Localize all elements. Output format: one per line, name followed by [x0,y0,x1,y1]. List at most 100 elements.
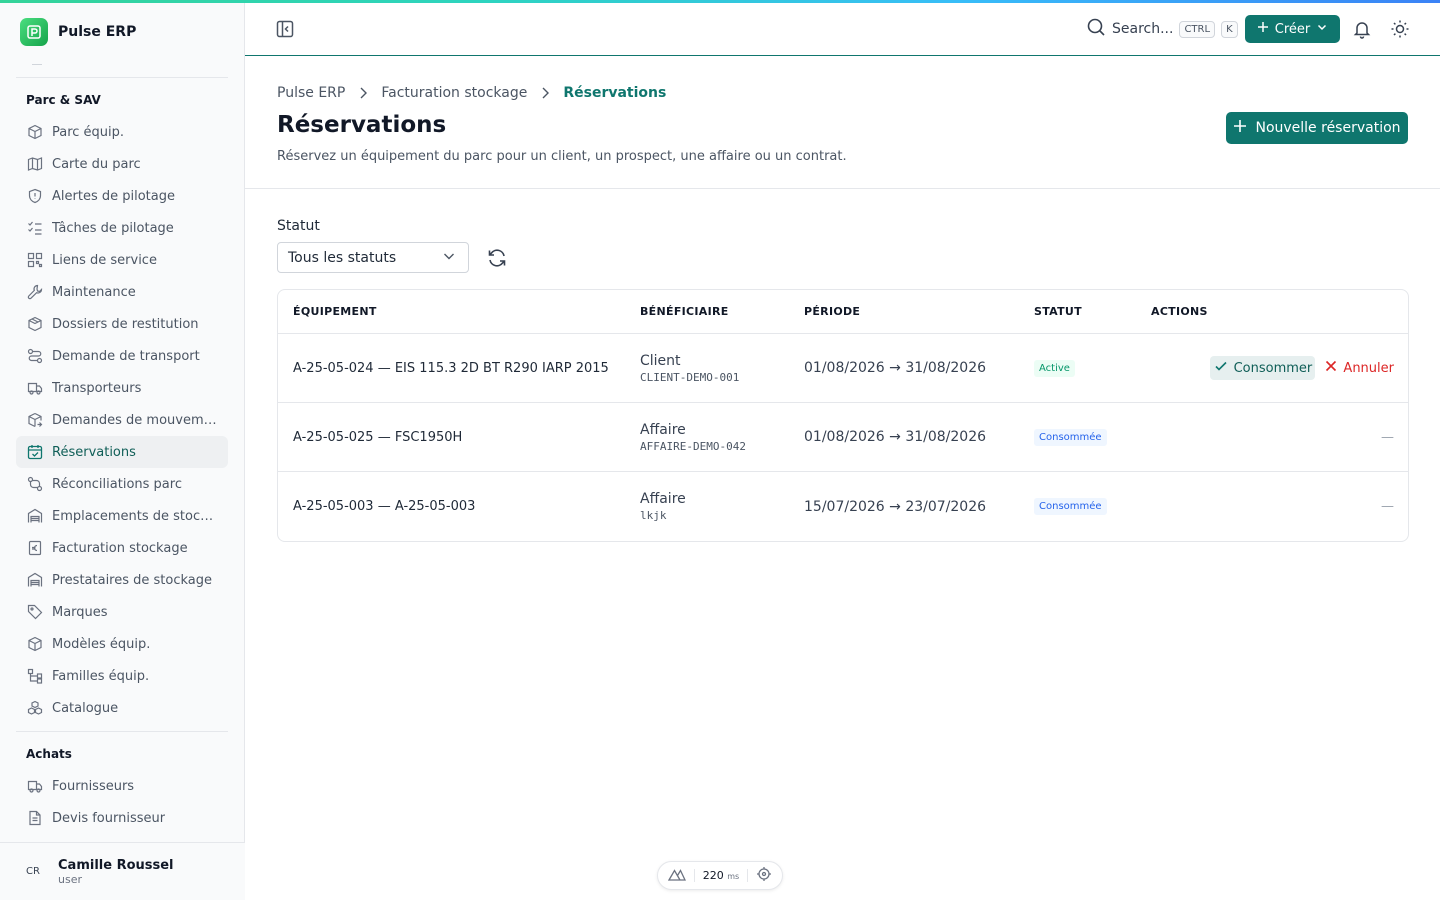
column-header-equipment: ÉQUIPEMENT [293,305,377,318]
status-cell: Consommée [1034,498,1151,515]
status-filter-value: Tous les statuts [288,249,397,266]
boxes-icon [26,699,44,717]
logo-icon [20,18,48,46]
page-header: Pulse ERP Facturation stockage Réservati… [245,56,1440,189]
sidebar-item-facturation-stockage[interactable]: Facturation stockage [16,532,228,564]
app-name: Pulse ERP [58,24,137,40]
sidebar-item-reconciliations-parc[interactable]: Réconciliations parc [16,468,228,500]
chevron-down-icon [1316,21,1328,37]
cube-icon [26,635,44,653]
section-title-parc-sav: Parc & SAV [26,93,101,107]
route-icon [26,347,44,365]
sidebar-item-prestataires-de-stockage[interactable]: Prestataires de stockage [16,564,228,596]
section-title-achats: Achats [26,747,72,761]
theme-toggle-sun-icon[interactable] [1390,19,1410,43]
equipment-cell: A-25-05-024 — EIS 115.3 2D BT R290 IARP … [293,360,609,376]
sidebar-item-catalogue[interactable]: Catalogue [16,692,228,724]
sidebar-item-demande-de-transport[interactable]: Demande de transport [16,340,228,372]
beneficiary-code: CLIENT-DEMO-001 [640,370,740,384]
breadcrumb-item-facturation[interactable]: Facturation stockage [381,85,527,101]
table-header: ÉQUIPEMENT BÉNÉFICIAIRE PÉRIODE STATUT A… [278,290,1408,334]
sidebar-item-liens-de-service[interactable]: Liens de service [16,244,228,276]
column-header-beneficiary: BÉNÉFICIAIRE [640,305,729,318]
sidebar-item-emplacements-de-stockage[interactable]: Emplacements de stocka... [16,500,228,532]
beneficiary-type: Affaire [640,421,686,438]
git-compare-icon [26,475,44,493]
period-cell: 15/07/2026 → 23/07/2026 [804,498,987,515]
user-menu[interactable]: CR Camille Roussel user [0,842,245,900]
truck-icon [26,777,44,795]
consume-button[interactable]: Consommer [1210,356,1316,380]
search-trigger[interactable]: Search... CTRL K [1086,17,1238,41]
bell-icon[interactable] [1352,19,1372,43]
status-badge: Consommée [1034,428,1107,446]
page-title: Réservations [277,112,447,138]
qr-code-icon [26,251,44,269]
sidebar-item-carte-du-parc[interactable]: Carte du parc [16,148,228,180]
sidebar-item-maintenance[interactable]: Maintenance [16,276,228,308]
actions-cell: — [1151,499,1408,514]
beneficiary-cell: Client CLIENT-DEMO-001 [640,353,804,384]
beneficiary-code: AFFAIRE-DEMO-042 [640,439,746,453]
table-row: A-25-05-024 — EIS 115.3 2D BT R290 IARP … [278,334,1408,403]
sidebar-item-fournisseurs[interactable]: Fournisseurs [16,770,228,802]
crosshair-icon [756,866,772,886]
search-icon [1086,17,1106,41]
sidebar-toggle-icon[interactable] [275,19,295,39]
plus-icon [1257,21,1269,37]
euro-icon [26,539,44,557]
warehouse-icon [26,571,44,589]
breadcrumb-item-home[interactable]: Pulse ERP [277,85,345,101]
create-button[interactable]: Créer [1245,15,1340,43]
shield-alert-icon [26,187,44,205]
close-icon [1325,360,1337,376]
sidebar-item-reservations[interactable]: Réservations [16,436,228,468]
equipment-cell: A-25-05-025 — FSC1950H [293,429,463,445]
box-icon [26,123,44,141]
sidebar-item-marques[interactable]: Marques [16,596,228,628]
status-badge: Active [1034,359,1075,377]
brand[interactable]: Pulse ERP [20,18,136,46]
nuxt-logo-icon [667,866,687,885]
refresh-icon[interactable] [486,247,508,273]
sidebar-item-transporteurs[interactable]: Transporteurs [16,372,228,404]
beneficiary-type: Affaire [640,491,686,507]
map-icon [26,155,44,173]
breadcrumb: Pulse ERP Facturation stockage Réservati… [277,85,666,101]
sidebar-item-parc-equip[interactable]: Parc équip. [16,116,228,148]
chevron-right-icon [537,85,553,101]
sidebar-nav: Parc & SAV Parc équip. Carte du parc Ale… [16,62,228,842]
column-header-status: STATUT [1034,305,1082,318]
user-role: user [58,872,82,886]
wrench-icon [26,283,44,301]
sidebar-item-taches-de-pilotage[interactable]: Tâches de pilotage [16,212,228,244]
no-action-placeholder: — [1381,499,1394,514]
create-label: Créer [1274,21,1311,37]
status-cell: Consommée [1034,428,1151,446]
status-badge: Consommée [1034,498,1107,515]
sidebar-item-alertes-de-pilotage[interactable]: Alertes de pilotage [16,180,228,212]
package-return-icon [26,315,44,333]
beneficiary-code: lkjk [640,509,667,522]
sidebar-item-modeles-equip[interactable]: Modèles équip. [16,628,228,660]
table-row: A-25-05-025 — FSC1950H Affaire AFFAIRE-D… [278,403,1408,472]
breadcrumb-item-current: Réservations [563,85,667,101]
table-row: A-25-05-003 — A-25-05-003 Affaire lkjk 1… [278,472,1408,541]
plus-icon [1233,119,1247,137]
column-header-period: PÉRIODE [804,305,861,318]
sidebar-item-demandes-de-mouvement[interactable]: Demandes de mouvement [16,404,228,436]
status-filter-label: Statut [277,218,320,234]
status-filter-select[interactable]: Tous les statuts [277,242,469,273]
sidebar-item-devis-fournisseur[interactable]: Devis fournisseur [16,802,228,834]
period-cell: 01/08/2026 → 31/08/2026 [804,429,987,445]
new-reservation-button[interactable]: Nouvelle réservation [1226,112,1408,144]
sidebar-item-dossiers-de-restitution[interactable]: Dossiers de restitution [16,308,228,340]
checklist-icon [26,219,44,237]
truck-icon [26,379,44,397]
sidebar-item-familles-equip[interactable]: Familles équip. [16,660,228,692]
cancel-button[interactable]: Annuler [1325,360,1394,376]
nav-scroll-stub [16,62,228,78]
devtools-pill[interactable]: 220 ms [657,861,783,890]
avatar: CR [26,866,40,877]
document-icon [26,809,44,827]
